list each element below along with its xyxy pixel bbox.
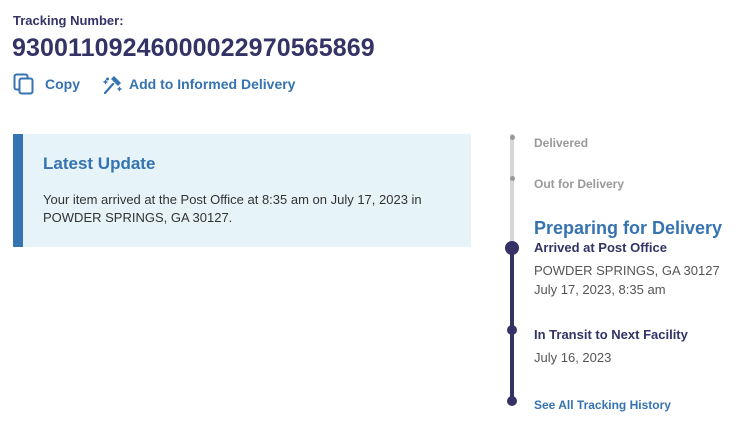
- status-current: Preparing for Delivery: [534, 218, 723, 238]
- tracking-number-label: Tracking Number:: [13, 13, 124, 28]
- timeline-dot-delivered: [510, 135, 515, 140]
- timeline-dot-in-transit: [507, 325, 517, 335]
- copy-button[interactable]: Copy: [13, 73, 80, 95]
- timeline-dot-history: [507, 396, 517, 406]
- latest-update-title: Latest Update: [43, 154, 156, 173]
- event-title: Arrived at Post Office: [534, 240, 667, 255]
- event-location: POWDER SPRINGS, GA 30127: [534, 263, 720, 278]
- status-delivered: Delivered: [534, 136, 589, 150]
- see-all-tracking-history-link[interactable]: See All Tracking History: [534, 398, 671, 412]
- timeline-dot-current: [505, 241, 519, 255]
- event-title: In Transit to Next Facility: [534, 327, 688, 342]
- event-datetime: July 17, 2023, 8:35 am: [534, 282, 666, 297]
- copy-label: Copy: [45, 76, 80, 92]
- status-out-for-delivery: Out for Delivery: [534, 177, 625, 191]
- timeline-dot-out-for-delivery: [510, 176, 515, 181]
- tracking-actions: Copy Add to Informed Delivery: [13, 73, 295, 95]
- latest-update-body: Your item arrived at the Post Office at …: [43, 192, 422, 225]
- timeline-line-pending: [510, 134, 514, 246]
- add-to-informed-delivery-label: Add to Informed Delivery: [129, 76, 296, 92]
- event-datetime: July 16, 2023: [534, 350, 612, 365]
- latest-update-card: Latest Update Your item arrived at the P…: [13, 134, 471, 247]
- tracking-number: 93001109246000022970565869: [12, 34, 375, 62]
- add-to-informed-delivery-button[interactable]: Add to Informed Delivery: [102, 73, 295, 95]
- informed-delivery-icon: [102, 73, 124, 95]
- timeline-line-completed: [510, 246, 514, 401]
- copy-icon: [13, 73, 35, 95]
